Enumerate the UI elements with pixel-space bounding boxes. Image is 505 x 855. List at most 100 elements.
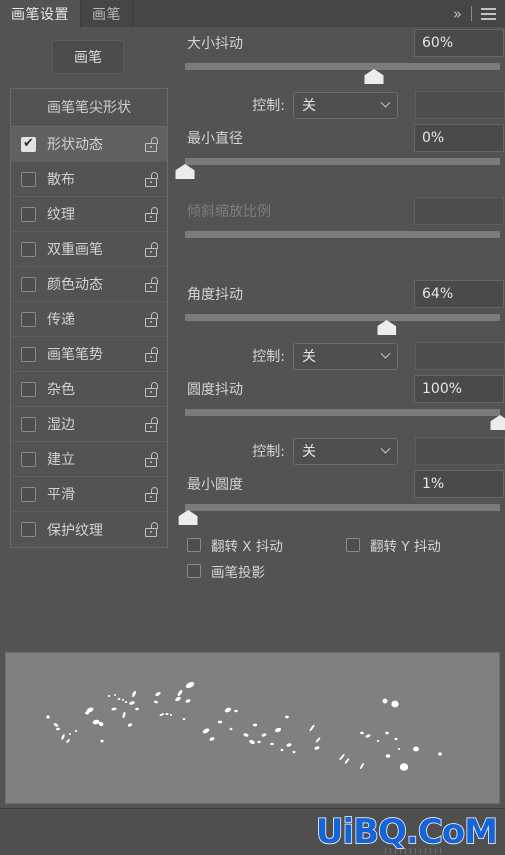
site-watermark: UiBQ.CoM	[315, 811, 499, 853]
sidebar-item-wet-edges[interactable]: 湿边	[11, 407, 167, 442]
lock-open-icon[interactable]	[145, 311, 158, 327]
minimum-diameter-slider[interactable]	[175, 158, 500, 183]
brush-button[interactable]: 画笔	[52, 40, 124, 74]
checkbox-texture[interactable]	[21, 206, 36, 222]
slider-thumb[interactable]	[377, 320, 397, 335]
angle-jitter-slider[interactable]	[185, 314, 500, 339]
tabbar-spacer	[133, 0, 453, 27]
checkbox-protect-texture[interactable]	[21, 522, 36, 537]
checkbox-shape-dynamics[interactable]	[21, 135, 36, 152]
sidebar-item-label: 颜色动态	[47, 277, 103, 293]
slider-thumb[interactable]	[178, 510, 198, 525]
chevron-down-icon	[380, 97, 391, 108]
angle-jitter-value[interactable]: 64%	[414, 280, 504, 308]
checkbox-transfer[interactable]	[21, 311, 36, 327]
size-jitter-control-select[interactable]: 关	[293, 91, 398, 119]
sidebar-item-protect-texture[interactable]: 保护纹理	[11, 512, 167, 547]
panel-tab-bar: 画笔设置 画笔 »	[0, 0, 505, 27]
lock-open-icon[interactable]	[145, 451, 158, 467]
angle-jitter-control-extra[interactable]	[415, 342, 505, 370]
angle-jitter-control-value: 关	[302, 349, 316, 365]
angle-jitter-control-select[interactable]: 关	[293, 342, 398, 370]
sidebar-item-scattering[interactable]: 散布	[11, 162, 167, 197]
size-jitter-slider[interactable]	[185, 63, 500, 88]
lock-open-icon[interactable]	[145, 206, 158, 222]
expand-panel-icon[interactable]: »	[453, 5, 462, 23]
slider-track	[185, 63, 500, 70]
lock-open-icon[interactable]	[145, 171, 158, 187]
panel-menu-icon[interactable]	[481, 7, 496, 20]
angle-jitter-control-row: 控制: 关	[180, 339, 505, 373]
lock-open-icon[interactable]	[145, 346, 158, 362]
minimum-roundness-row: 最小圆度 1%	[180, 468, 505, 500]
lock-open-icon[interactable]	[145, 486, 158, 502]
tilt-scale-row: 倾斜缩放比例	[180, 195, 505, 227]
tab-brush[interactable]: 画笔	[81, 0, 133, 27]
roundness-jitter-slider[interactable]	[185, 409, 505, 434]
slider-thumb[interactable]	[364, 69, 384, 84]
slider-track	[185, 409, 500, 416]
sidebar-item-label: 双重画笔	[47, 242, 103, 258]
sidebar-item-transfer[interactable]: 传递	[11, 302, 167, 337]
sidebar-item-texture[interactable]: 纹理	[11, 197, 167, 232]
checkbox-flip-x-jitter[interactable]	[187, 538, 201, 552]
checkbox-wet-edges[interactable]	[21, 416, 36, 432]
sidebar-item-build-up[interactable]: 建立	[11, 442, 167, 477]
roundness-jitter-control-select[interactable]: 关	[293, 437, 398, 465]
slider-thumb[interactable]	[175, 164, 195, 179]
roundness-jitter-row: 圆度抖动 100%	[180, 373, 505, 405]
size-jitter-control-extra[interactable]	[415, 91, 505, 119]
checkbox-color-dynamics[interactable]	[21, 276, 36, 292]
sidebar-item-label: 画笔笔势	[47, 347, 103, 363]
flip-line-1: 翻转 X 抖动 翻转 Y 抖动	[187, 532, 505, 558]
minimum-roundness-slider[interactable]	[178, 504, 500, 529]
sidebar-item-noise[interactable]: 杂色	[11, 372, 167, 407]
brush-stroke-svg	[46, 681, 442, 771]
tabbar-divider	[471, 6, 472, 21]
size-jitter-label: 大小抖动	[187, 36, 243, 52]
size-jitter-value[interactable]: 60%	[414, 29, 504, 57]
lock-open-icon[interactable]	[145, 241, 158, 257]
slider-track	[185, 504, 500, 511]
lock-open-icon[interactable]	[145, 276, 158, 292]
roundness-jitter-value[interactable]: 100%	[414, 375, 504, 403]
lock-open-icon[interactable]	[145, 522, 158, 537]
checkbox-dual-brush[interactable]	[21, 241, 36, 257]
roundness-jitter-control-row: 控制: 关	[180, 434, 505, 468]
flip-y-jitter-option[interactable]: 翻转 Y 抖动	[346, 535, 505, 555]
flip-options-group: 翻转 X 抖动 翻转 Y 抖动 画笔投影	[180, 529, 505, 584]
checkbox-brush-pose[interactable]	[21, 346, 36, 362]
angle-jitter-label: 角度抖动	[187, 287, 243, 303]
checkbox-build-up[interactable]	[21, 451, 36, 467]
lock-open-icon[interactable]	[145, 381, 158, 397]
sidebar-item-color-dynamics[interactable]: 颜色动态	[11, 267, 167, 302]
sidebar-item-label: 保护纹理	[47, 522, 103, 539]
slider-thumb[interactable]	[490, 415, 505, 430]
sidebar-item-label: 平滑	[47, 487, 75, 503]
sidebar-item-shape-dynamics[interactable]: 形状动态	[11, 127, 167, 162]
flip-x-jitter-option[interactable]: 翻转 X 抖动	[187, 535, 346, 555]
brush-tip-shape-header[interactable]: 画笔笔尖形状	[11, 89, 167, 127]
minimum-diameter-value[interactable]: 0%	[414, 124, 504, 152]
tab-brush-settings-label: 画笔设置	[11, 6, 69, 23]
tabbar-controls: »	[453, 0, 505, 27]
roundness-jitter-control-extra[interactable]	[415, 437, 505, 465]
checkbox-brush-projection[interactable]	[187, 564, 201, 578]
minimum-roundness-value[interactable]: 1%	[414, 470, 504, 498]
checkbox-scattering[interactable]	[21, 171, 36, 187]
checkbox-smoothing[interactable]	[21, 486, 36, 502]
checkbox-noise[interactable]	[21, 381, 36, 397]
flip-x-jitter-label: 翻转 X 抖动	[211, 539, 283, 555]
lock-open-icon[interactable]	[145, 416, 158, 432]
size-jitter-row: 大小抖动 60%	[180, 27, 505, 59]
sidebar-item-smoothing[interactable]: 平滑	[11, 477, 167, 512]
minimum-diameter-row: 最小直径 0%	[180, 122, 505, 154]
tab-brush-settings[interactable]: 画笔设置	[0, 0, 81, 27]
sidebar-item-brush-pose[interactable]: 画笔笔势	[11, 337, 167, 372]
minimum-roundness-label: 最小圆度	[187, 477, 243, 493]
sidebar-item-dual-brush[interactable]: 双重画笔	[11, 232, 167, 267]
angle-jitter-control-label: 控制:	[252, 349, 285, 365]
brush-projection-option[interactable]: 画笔投影	[187, 561, 352, 581]
lock-open-icon[interactable]	[145, 136, 158, 152]
checkbox-flip-y-jitter[interactable]	[346, 538, 360, 552]
